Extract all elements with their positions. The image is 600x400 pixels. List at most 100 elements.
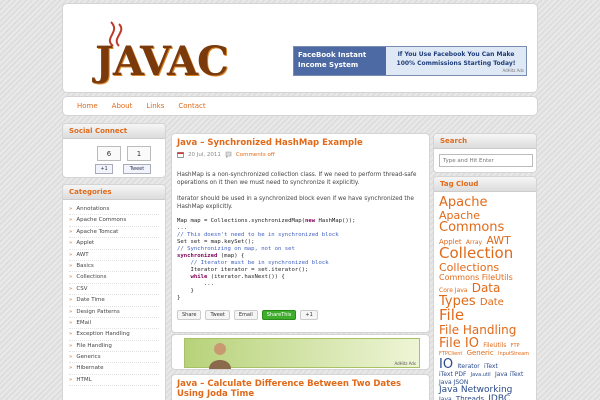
category-item[interactable]: » Applet (69, 238, 159, 250)
tag-link[interactable]: IO (439, 357, 453, 372)
ad-banner-text: If You Use Facebook You Can Make 100% Co… (396, 51, 516, 67)
chevron-right-icon: » (69, 206, 73, 212)
tweet-button[interactable]: Tweet (123, 164, 151, 174)
search-input[interactable] (439, 154, 533, 167)
share-bar: Share Tweet Email ShareThis +1 (177, 310, 318, 320)
nav-contact[interactable]: Contact (178, 102, 205, 110)
category-item[interactable]: » Generics (69, 352, 159, 364)
tag-cloud-widget: Tag Cloud Apache Apache Commons Applet A… (433, 176, 537, 400)
tag-link[interactable]: Threads (456, 395, 484, 400)
email-share-button[interactable]: Email (233, 310, 258, 320)
post-date: 20 Jul, 2011 (188, 151, 221, 158)
chevron-right-icon: » (69, 297, 73, 304)
category-label: File Handling (76, 342, 112, 349)
category-item[interactable]: » Apache Tomcat (69, 227, 159, 239)
ad-banner-left: FaceBook Instant Income System (294, 47, 386, 75)
nav-about[interactable]: About (112, 102, 133, 110)
inline-ad[interactable]: AdHitz Ads (171, 334, 430, 370)
post-paragraph-2: Iterator should be used in a synchronize… (177, 196, 414, 210)
category-item[interactable]: » Date Time (69, 295, 159, 307)
category-label: HTML (76, 376, 92, 383)
facebook-share-button[interactable]: Share (177, 310, 202, 320)
category-label: AWT (76, 251, 89, 258)
tag-link[interactable]: Core Java (439, 287, 467, 294)
tweet-share-button[interactable]: Tweet (205, 310, 230, 320)
tag-link[interactable]: Apache (439, 195, 488, 210)
gplus-counter: 6 (97, 146, 121, 161)
category-item[interactable]: » Collections (69, 272, 159, 284)
post-meta: 20 Jul, 2011 Comments off (177, 151, 275, 158)
tag-link[interactable]: Commons (439, 220, 504, 235)
category-label: Apache Tomcat (76, 228, 119, 235)
comment-icon (225, 151, 232, 158)
chevron-right-icon: » (69, 251, 73, 258)
chevron-right-icon: » (69, 217, 73, 224)
category-list: » Annotations» Apache Commons» Apache Tomca… (63, 200, 165, 390)
tag-link[interactable]: File (439, 306, 464, 324)
chevron-right-icon: » (69, 308, 73, 315)
tag-cloud: Apache Apache Commons Applet Array AWT C… (434, 192, 536, 400)
category-label: Exception Handling (76, 331, 130, 338)
chevron-right-icon: » (69, 354, 73, 361)
social-connect-widget: Social Connect 6 1 +1 Tweet (62, 123, 166, 178)
tag-link[interactable]: JDBC (488, 394, 510, 400)
category-item[interactable]: » Design Patterns (69, 307, 159, 318)
ad-banner[interactable]: FaceBook Instant Income System If You Us… (293, 46, 527, 76)
category-item[interactable]: » EMail (69, 318, 159, 330)
categories-title: Categories (63, 185, 165, 200)
tag-link[interactable]: Data (472, 281, 501, 295)
tag-link[interactable]: InputStream (498, 351, 529, 357)
sharethis-button[interactable]: ShareThis (261, 310, 297, 320)
tag-link[interactable]: Java iText (495, 371, 523, 378)
chevron-right-icon: » (69, 342, 73, 349)
category-label: Generics (76, 354, 101, 361)
inline-ad-banner[interactable]: AdHitz Ads (184, 338, 420, 369)
categories-widget: Categories » Annotations» Apache Commons» A… (62, 184, 166, 400)
person-image-icon (209, 343, 231, 369)
category-label: Design Patterns (76, 308, 120, 315)
category-item[interactable]: » CSV (69, 284, 159, 296)
nav-links[interactable]: Links (146, 102, 164, 110)
tag-link[interactable]: File Handling (439, 323, 516, 337)
tag-link[interactable]: Generic (467, 349, 494, 357)
post-synchronized-hashmap: Java – Synchronized HashMap Example 20 J… (171, 133, 430, 333)
category-item[interactable]: » Apache Commons (69, 215, 159, 227)
category-item[interactable]: » AWT (69, 250, 159, 261)
tag-link[interactable]: iText PDF (439, 371, 466, 378)
tag-link[interactable]: Iterator (457, 363, 479, 370)
post-joda-time: Java – Calculate Difference Between Two … (171, 374, 430, 400)
chevron-right-icon: » (69, 228, 73, 235)
chevron-right-icon: » (69, 262, 73, 269)
gplus-button[interactable]: +1 (95, 164, 113, 174)
tag-link[interactable]: Java (439, 396, 452, 400)
logo-text: JAVAC (95, 38, 229, 85)
tag-link[interactable]: FileUtils (483, 342, 506, 349)
category-label: Collections (76, 274, 107, 281)
category-item[interactable]: » Basics (69, 261, 159, 273)
post-title[interactable]: Java – Synchronized HashMap Example (177, 138, 363, 148)
social-title: Social Connect (63, 124, 165, 139)
category-item[interactable]: » Exception Handling (69, 329, 159, 341)
post-comments-link[interactable]: Comments off (236, 152, 275, 158)
site-header: JAVAC FaceBook Instant Income System If … (62, 3, 538, 93)
category-label: EMail (76, 319, 92, 326)
nav-home[interactable]: Home (77, 102, 98, 110)
site-logo[interactable]: JAVAC (89, 18, 239, 88)
ad-by-label: AdHitz Ads (502, 68, 524, 73)
category-item[interactable]: » HTML (69, 375, 159, 387)
gplus-share-button[interactable]: +1 (300, 310, 318, 320)
tag-link[interactable]: Java.util (471, 372, 491, 378)
tag-link[interactable]: FTP (511, 343, 520, 349)
tag-link[interactable]: Date (480, 297, 504, 308)
post2-title[interactable]: Java – Calculate Difference Between Two … (177, 379, 427, 399)
category-item[interactable]: » Annotations (69, 204, 159, 216)
ad-banner-right: If You Use Facebook You Can Make 100% Co… (386, 47, 526, 75)
tag-link[interactable]: Collection (439, 244, 513, 262)
chevron-right-icon: » (69, 240, 73, 247)
category-item[interactable]: » Hibernate (69, 363, 159, 375)
category-item[interactable]: » File Handling (69, 341, 159, 353)
tag-link[interactable]: iText (484, 363, 498, 370)
category-label: CSV (76, 285, 88, 292)
post-paragraph-1: HashMap is a non-synchronized collection… (177, 172, 417, 186)
category-label: Date Time (76, 297, 105, 304)
